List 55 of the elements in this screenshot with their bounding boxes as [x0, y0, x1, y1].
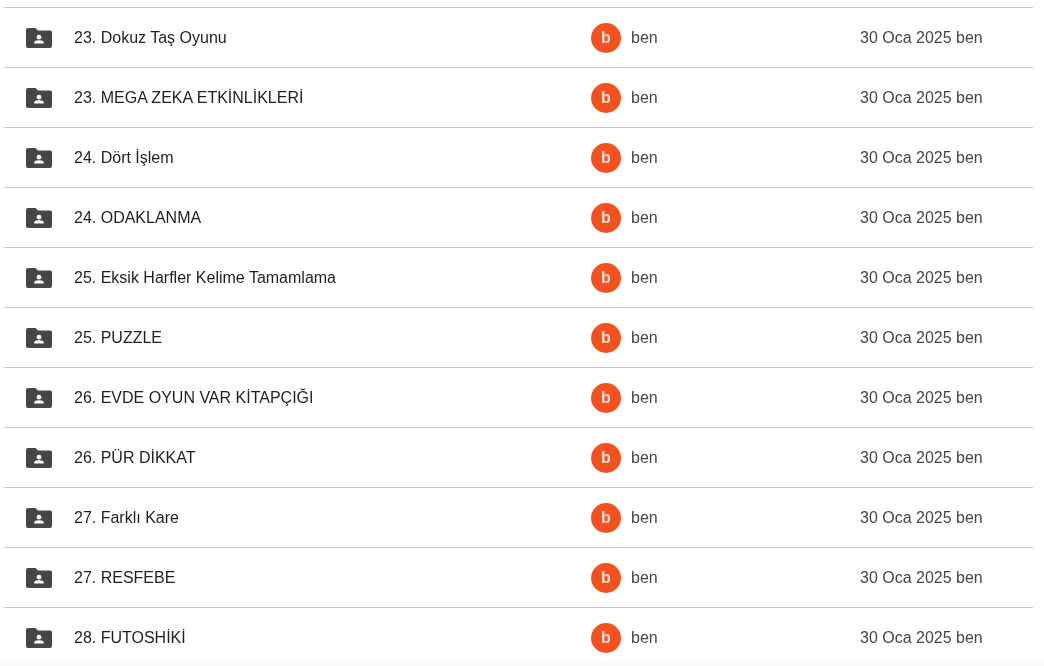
modified-date: 30 Oca 2025 ben: [860, 628, 983, 647]
modified-date: 30 Oca 2025 ben: [860, 568, 983, 587]
folder-name: 24. Dört İşlem: [74, 148, 174, 167]
shared-folder-icon: [26, 207, 52, 228]
owner-name: ben: [631, 628, 658, 647]
shared-folder-icon: [26, 387, 52, 408]
owner-name: ben: [631, 448, 658, 467]
folder-name: 26. PÜR DİKKAT: [74, 448, 196, 467]
owner-avatar: b: [591, 622, 621, 653]
modified-date: 30 Oca 2025 ben: [860, 208, 983, 227]
modified-date: 30 Oca 2025 ben: [860, 388, 983, 407]
modified-date: 30 Oca 2025 ben: [860, 508, 983, 527]
modified-date: 30 Oca 2025 ben: [860, 328, 983, 347]
owner-avatar: b: [591, 202, 621, 233]
folder-name: 25. Eksik Harfler Kelime Tamamlama: [74, 268, 336, 287]
shared-folder-icon: [26, 27, 52, 48]
owner-name: ben: [631, 208, 658, 227]
owner-name: ben: [631, 268, 658, 287]
owner-name: ben: [631, 568, 658, 587]
shared-folder-icon: [26, 147, 52, 168]
owner-avatar: b: [591, 142, 621, 173]
folder-name: 27. RESFEBE: [74, 568, 176, 587]
modified-date: 30 Oca 2025 ben: [860, 148, 983, 167]
owner-avatar: b: [591, 382, 621, 413]
folder-name: 25. PUZZLE: [74, 328, 163, 347]
shared-folder-icon: [26, 267, 52, 288]
shared-folder-icon: [26, 87, 52, 108]
folder-name: 24. ODAKLANMA: [74, 208, 202, 227]
folder-name: 28. FUTOSHİKİ: [74, 628, 186, 647]
owner-name: ben: [631, 148, 658, 167]
modified-date: 30 Oca 2025 ben: [860, 28, 983, 47]
shared-folder-icon: [26, 447, 52, 468]
modified-date: 30 Oca 2025 ben: [860, 88, 983, 107]
shared-folder-icon: [26, 327, 52, 348]
owner-avatar: b: [591, 262, 621, 293]
folder-name: 23. Dokuz Taş Oyunu: [74, 28, 227, 47]
owner-name: ben: [631, 328, 658, 347]
modified-date: 30 Oca 2025 ben: [860, 448, 983, 467]
owner-name: ben: [631, 508, 658, 527]
owner-avatar: b: [591, 322, 621, 353]
owner-avatar: b: [591, 502, 621, 533]
owner-name: ben: [631, 88, 658, 107]
shared-folder-icon: [26, 507, 52, 528]
modified-date: 30 Oca 2025 ben: [860, 268, 983, 287]
folder-name: 27. Farklı Kare: [74, 508, 179, 527]
shared-folder-icon: [26, 627, 52, 648]
owner-avatar: b: [591, 22, 621, 53]
owner-avatar: b: [591, 562, 621, 593]
owner-name: ben: [631, 388, 658, 407]
folder-name: 23. MEGA ZEKA ETKİNLİKLERİ: [74, 88, 304, 107]
folder-name: 26. EVDE OYUN VAR KİTAPÇIĞI: [74, 388, 314, 407]
owner-avatar: b: [591, 82, 621, 113]
owner-avatar: b: [591, 442, 621, 473]
owner-name: ben: [631, 28, 658, 47]
shared-folder-icon: [26, 567, 52, 588]
